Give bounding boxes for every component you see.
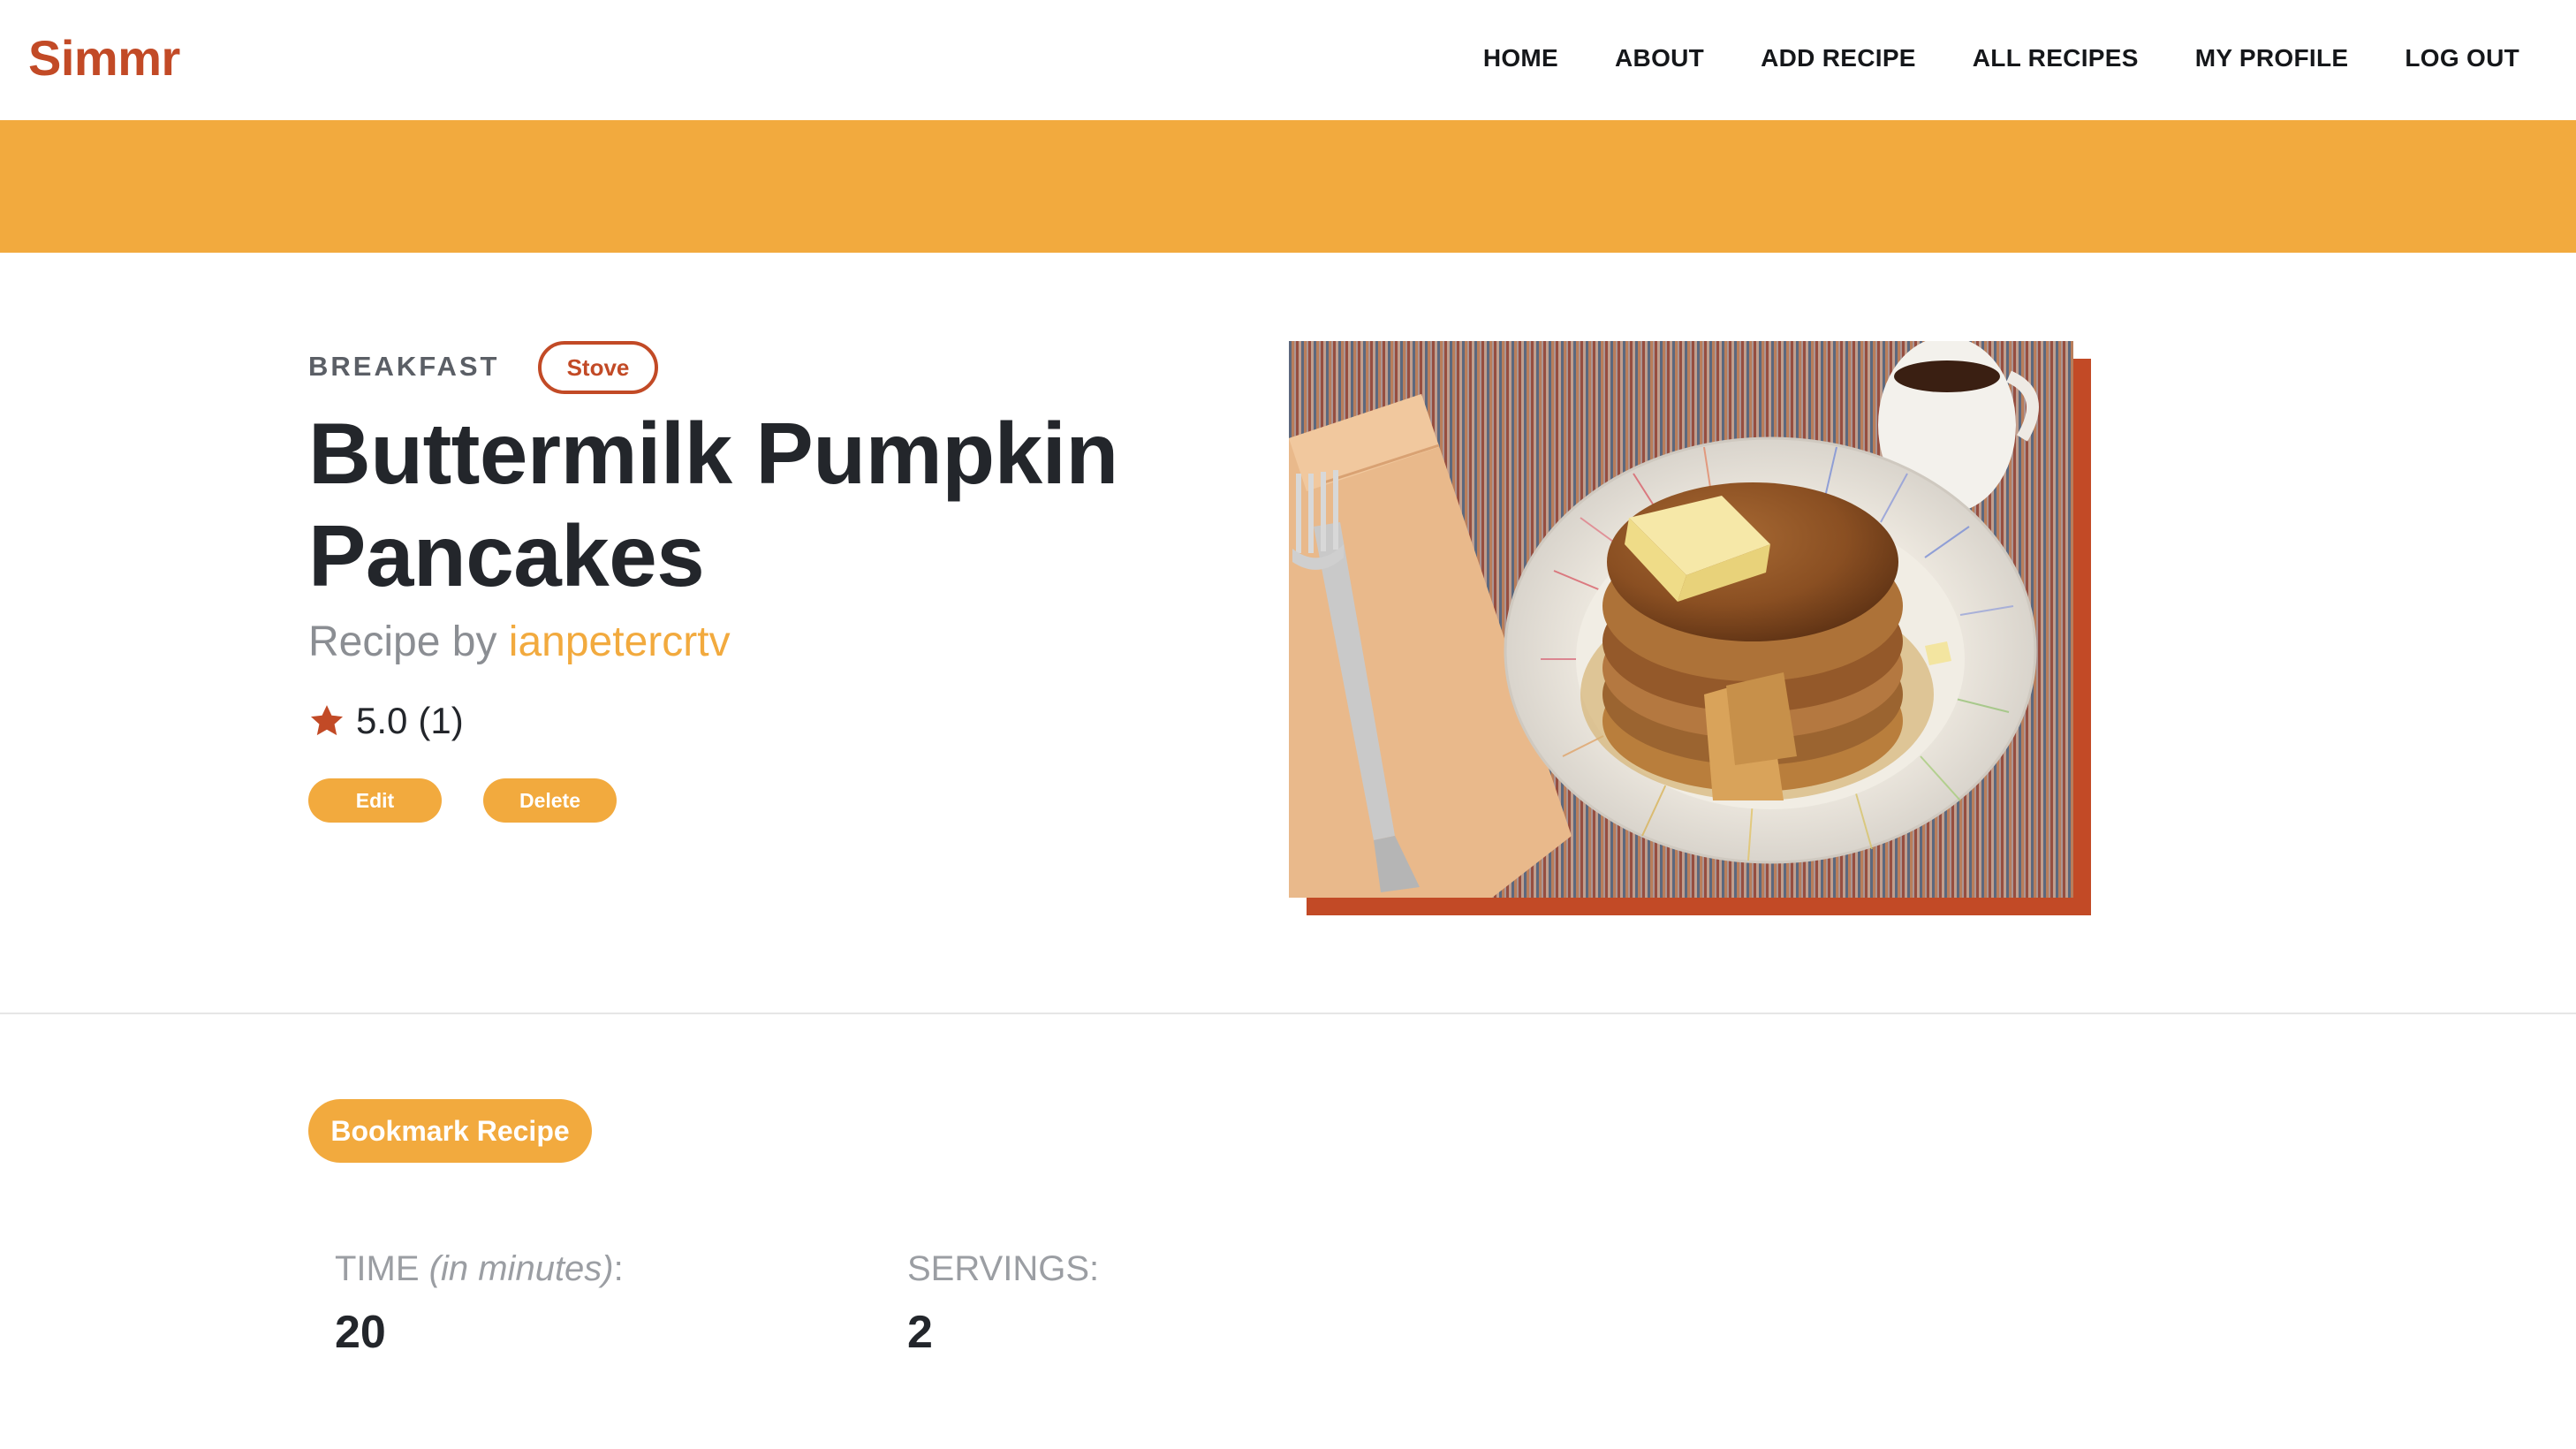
time-value: 20: [335, 1307, 386, 1358]
time-label-colon: :: [613, 1249, 624, 1288]
cooking-method-tag: Stove: [538, 341, 658, 394]
time-label-unit: (in minutes): [428, 1249, 614, 1288]
top-navbar: Simmr HOME ABOUT ADD RECIPE ALL RECIPES …: [0, 0, 2576, 120]
section-divider: [0, 1013, 2576, 1014]
star-icon: [308, 702, 345, 740]
time-label: TIME (in minutes):: [335, 1249, 624, 1289]
byline-prefix: Recipe by: [308, 618, 509, 665]
edit-button[interactable]: Edit: [308, 778, 442, 823]
bookmark-recipe-button[interactable]: Bookmark Recipe: [308, 1099, 592, 1163]
delete-button[interactable]: Delete: [483, 778, 617, 823]
recipe-category: BREAKFAST: [308, 351, 500, 382]
author-link[interactable]: ianpetercrtv: [509, 618, 731, 665]
recipe-photo: [1289, 341, 2073, 898]
app-logo[interactable]: Simmr: [28, 27, 180, 90]
nav-add-recipe[interactable]: ADD RECIPE: [1761, 41, 1916, 76]
nav-my-profile[interactable]: MY PROFILE: [2195, 41, 2349, 76]
rating-count: (1): [418, 700, 464, 741]
time-label-main: TIME: [335, 1249, 429, 1288]
nav-about[interactable]: ABOUT: [1615, 41, 1704, 76]
nav-all-recipes[interactable]: ALL RECIPES: [1973, 41, 2139, 76]
recipe-title: Buttermilk Pumpkin Pancakes: [308, 405, 1118, 604]
recipe-rating: 5.0 (1): [308, 700, 464, 742]
rating-value: 5.0: [356, 700, 408, 741]
nav-home[interactable]: HOME: [1483, 41, 1558, 76]
servings-label: SERVINGS:: [907, 1249, 1100, 1288]
servings-value: 2: [907, 1307, 933, 1358]
nav-links: HOME ABOUT ADD RECIPE ALL RECIPES MY PRO…: [1483, 41, 2519, 76]
recipe-byline: Recipe by ianpetercrtv: [308, 618, 731, 666]
hero-banner: [0, 120, 2576, 253]
nav-log-out[interactable]: LOG OUT: [2405, 41, 2519, 76]
